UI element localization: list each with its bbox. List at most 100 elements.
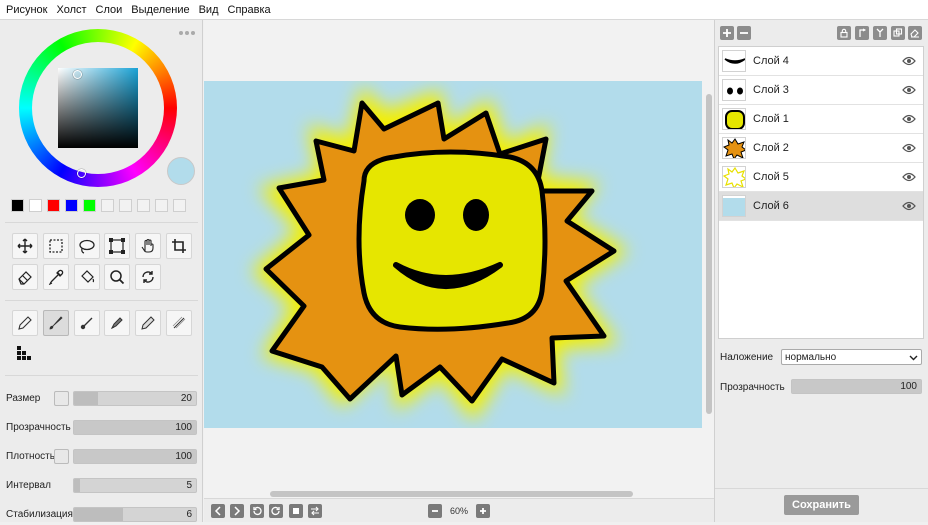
eraser-icon <box>910 29 919 38</box>
vertical-scrollbar[interactable] <box>706 94 712 414</box>
clear-layer-button[interactable] <box>908 26 922 40</box>
slider-track[interactable]: 5 <box>73 478 197 493</box>
eye-icon[interactable] <box>902 85 916 98</box>
slider-value: 100 <box>175 451 192 462</box>
layer-thumbnail <box>722 137 746 159</box>
pixel-brush-tool[interactable] <box>14 343 36 365</box>
saturation-value-square[interactable] <box>58 68 138 148</box>
duplicate-icon <box>893 28 903 37</box>
eye-icon[interactable] <box>902 114 916 127</box>
round-brush-tool[interactable] <box>74 310 100 336</box>
drawing-canvas[interactable] <box>204 81 702 428</box>
blend-mode-label: Наложение <box>720 352 774 363</box>
zoom-tool[interactable] <box>104 264 130 290</box>
pencil-tool[interactable] <box>12 310 38 336</box>
eye-icon[interactable] <box>902 143 916 156</box>
marker-icon <box>110 317 123 330</box>
slider-row: Интервал 5 <box>0 478 203 496</box>
redo-icon <box>271 506 280 516</box>
rotate-tool[interactable] <box>135 264 161 290</box>
eye-icon[interactable] <box>902 172 916 185</box>
eraser-icon <box>18 271 32 285</box>
pressure-checkbox[interactable] <box>54 449 69 464</box>
chevron-down-icon <box>909 355 918 361</box>
eye-icon[interactable] <box>902 56 916 69</box>
menu-layers[interactable]: Слои <box>96 4 123 16</box>
save-button[interactable]: Сохранить <box>784 495 859 515</box>
slider-track[interactable]: 100 <box>73 420 197 435</box>
next-button[interactable] <box>230 504 244 518</box>
hand-icon <box>141 238 154 253</box>
transform-tool[interactable] <box>104 233 130 259</box>
layer-row[interactable]: Слой 1 <box>719 105 923 134</box>
sv-picker-handle[interactable] <box>73 70 82 79</box>
layer-opacity-slider[interactable]: 100 <box>791 379 922 394</box>
redo-button[interactable] <box>269 504 283 518</box>
marker-tool[interactable] <box>104 310 130 336</box>
sun-face <box>356 149 548 332</box>
layer-row[interactable]: Слой 5 <box>719 163 923 192</box>
move-tool[interactable] <box>12 233 38 259</box>
layer-thumbnail <box>722 108 746 130</box>
hue-picker-handle[interactable] <box>77 169 86 178</box>
slider-track[interactable]: 6 <box>73 507 197 522</box>
rect-select-tool[interactable] <box>43 233 69 259</box>
palette-swatch[interactable] <box>47 199 60 212</box>
duplicate-layer-button[interactable] <box>891 26 905 40</box>
menu-selection[interactable]: Выделение <box>131 4 189 16</box>
slider-track[interactable]: 100 <box>73 449 197 464</box>
palette-swatch[interactable] <box>101 199 114 212</box>
slider-label: Прозрачность <box>6 422 71 433</box>
palette-swatch[interactable] <box>29 199 42 212</box>
add-layer-button[interactable] <box>720 26 734 40</box>
swap-button[interactable] <box>308 504 322 518</box>
layer-row[interactable]: Слой 6 <box>719 192 923 221</box>
menu-help[interactable]: Справка <box>228 4 271 16</box>
eyedropper-tool[interactable] <box>43 264 69 290</box>
fill-tool[interactable] <box>74 264 100 290</box>
lasso-tool[interactable] <box>74 233 100 259</box>
slider-fill <box>74 479 81 492</box>
menu-view[interactable]: Вид <box>199 4 219 16</box>
zoom-out-button[interactable] <box>428 504 442 518</box>
remove-layer-button[interactable] <box>737 26 751 40</box>
swap-icon <box>311 506 319 516</box>
brush-tool[interactable] <box>43 310 69 336</box>
menu-canvas[interactable]: Холст <box>57 4 87 16</box>
layer-row[interactable]: Слой 3 <box>719 76 923 105</box>
blend-mode-select[interactable]: нормально <box>781 349 922 365</box>
layer-row[interactable]: Слой 2 <box>719 134 923 163</box>
crop-tool[interactable] <box>166 233 192 259</box>
prev-button[interactable] <box>211 504 225 518</box>
slider-track[interactable]: 20 <box>73 391 197 406</box>
palette-swatch[interactable] <box>11 199 24 212</box>
layer-row[interactable]: Слой 4 <box>719 47 923 76</box>
merge-up-button[interactable] <box>855 26 869 40</box>
more-options-icon[interactable] <box>179 31 197 37</box>
hand-tool[interactable] <box>135 233 161 259</box>
palette-swatch[interactable] <box>155 199 168 212</box>
airbrush-tool[interactable] <box>166 310 192 336</box>
stop-button[interactable] <box>289 504 303 518</box>
fill-bucket-icon <box>81 270 95 283</box>
pencil-icon <box>18 316 32 330</box>
merge-down-button[interactable] <box>873 26 887 40</box>
eraser-tool[interactable] <box>12 264 38 290</box>
palette-swatch[interactable] <box>173 199 186 212</box>
pressure-checkbox[interactable] <box>54 391 69 406</box>
undo-icon <box>253 506 262 516</box>
horizontal-scrollbar[interactable] <box>270 491 633 497</box>
primary-color-swatch[interactable] <box>167 157 195 185</box>
menu-bar: Рисунок Холст Слои Выделение Вид Справка <box>0 0 928 20</box>
palette-swatch[interactable] <box>119 199 132 212</box>
chevron-right-icon <box>234 506 241 516</box>
pen-tool[interactable] <box>135 310 161 336</box>
menu-picture[interactable]: Рисунок <box>6 4 48 16</box>
zoom-in-button[interactable] <box>476 504 490 518</box>
palette-swatch[interactable] <box>83 199 96 212</box>
palette-swatch[interactable] <box>65 199 78 212</box>
palette-swatch[interactable] <box>137 199 150 212</box>
lock-layer-button[interactable] <box>837 26 851 40</box>
undo-button[interactable] <box>250 504 264 518</box>
eye-icon[interactable] <box>902 201 916 214</box>
